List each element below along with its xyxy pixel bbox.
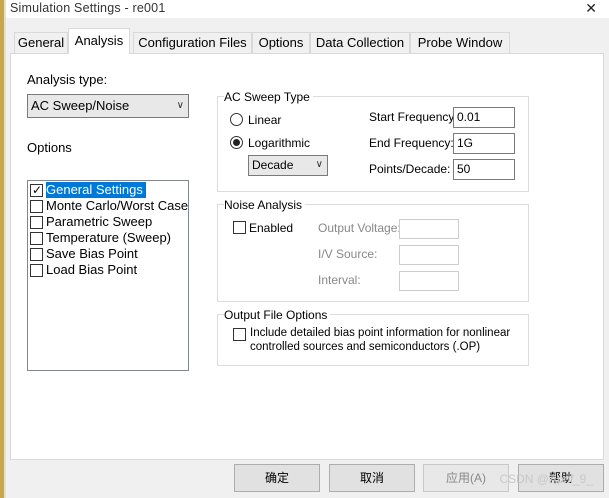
tab-general[interactable]: General [14, 32, 68, 53]
linear-label: Linear [248, 113, 282, 127]
tab-configuration-files[interactable]: Configuration Files [133, 32, 252, 53]
end-frequency-input[interactable]: 1G [453, 133, 515, 154]
list-item-label: Temperature (Sweep) [46, 230, 171, 245]
points-per-decade-label: Points/Decade: [369, 162, 451, 176]
logarithmic-radio[interactable] [230, 136, 243, 149]
tab-options[interactable]: Options [252, 32, 310, 53]
output-file-options-title: Output File Options [224, 308, 331, 322]
analysis-type-select[interactable]: AC Sweep/Noise ∨ [27, 94, 189, 118]
log-mode-value: Decade [252, 158, 294, 172]
logarithmic-label: Logarithmic [248, 136, 311, 150]
title-bar: Simulation Settings - re001 ✕ [6, 0, 609, 18]
iv-source-label: I/V Source: [318, 247, 378, 261]
include-bias-point-label-line1: Include detailed bias point information … [250, 327, 511, 339]
watermark-text: CSDN @April_9_ [499, 472, 593, 486]
list-item-monte-carlo[interactable]: Monte Carlo/Worst Case [28, 198, 189, 214]
cancel-button[interactable]: 取消 [329, 464, 415, 492]
dialog-body: General Analysis Configuration Files Opt… [6, 18, 609, 498]
analysis-type-value: AC Sweep/Noise [31, 98, 130, 113]
list-item-label: General Settings [46, 182, 146, 198]
window-title: Simulation Settings - re001 [10, 1, 166, 15]
include-bias-point-checkbox[interactable] [233, 328, 246, 341]
list-item-load-bias-point[interactable]: Load Bias Point [28, 262, 188, 278]
options-label: Options [27, 140, 72, 155]
interval-input [399, 271, 459, 291]
chevron-down-icon: ∨ [315, 159, 323, 170]
noise-enabled-checkbox[interactable] [233, 221, 246, 234]
list-item-save-bias-point[interactable]: Save Bias Point [28, 246, 188, 262]
list-item-label: Parametric Sweep [46, 214, 153, 229]
temperature-sweep-checkbox[interactable] [30, 232, 43, 245]
tab-analysis[interactable]: Analysis [68, 28, 130, 54]
ok-button[interactable]: 确定 [234, 464, 320, 492]
chevron-down-icon: ∨ [176, 100, 184, 111]
load-bias-point-checkbox[interactable] [30, 264, 43, 277]
radio-selected-dot [233, 139, 240, 146]
list-item-temperature-sweep[interactable]: Temperature (Sweep) [28, 230, 188, 246]
noise-enabled-label: Enabled [249, 221, 294, 235]
end-frequency-label: End Frequency: [369, 136, 454, 150]
close-icon[interactable]: ✕ [585, 0, 597, 17]
iv-source-input [399, 245, 459, 265]
list-item-parametric-sweep[interactable]: Parametric Sweep [28, 214, 188, 230]
options-list: ✓ General Settings Monte Carlo/Worst Cas… [27, 180, 189, 371]
simulation-settings-window: Simulation Settings - re001 ✕ General An… [0, 0, 609, 498]
parametric-sweep-checkbox[interactable] [30, 216, 43, 229]
noise-analysis-group-title: Noise Analysis [224, 198, 306, 212]
start-frequency-input[interactable]: 0.01 [453, 107, 515, 128]
points-per-decade-input[interactable]: 50 [453, 159, 515, 180]
list-item-label: Monte Carlo/Worst Case [46, 198, 189, 213]
general-settings-checkbox[interactable]: ✓ [30, 183, 43, 197]
output-voltage-input [399, 219, 459, 239]
analysis-type-label: Analysis type: [27, 72, 108, 87]
start-frequency-label: Start Frequency: [369, 110, 458, 124]
list-item-label: Load Bias Point [46, 262, 138, 277]
list-item-general-settings[interactable]: ✓ General Settings [28, 182, 188, 198]
log-mode-select[interactable]: Decade ∨ [248, 155, 328, 176]
tab-data-collection[interactable]: Data Collection [310, 32, 410, 53]
list-item-label: Save Bias Point [46, 246, 138, 261]
monte-carlo-checkbox[interactable] [30, 200, 43, 213]
tab-probe-window[interactable]: Probe Window [410, 32, 510, 53]
interval-label: Interval: [318, 273, 361, 287]
apply-button[interactable]: 应用(A) [423, 464, 509, 492]
ac-sweep-group-title: AC Sweep Type [224, 90, 313, 104]
linear-radio[interactable] [230, 113, 243, 126]
save-bias-point-checkbox[interactable] [30, 248, 43, 261]
include-bias-point-label-line2: controlled sources and semiconductors (.… [250, 341, 481, 353]
analysis-panel: Analysis type: AC Sweep/Noise ∨ Options … [10, 53, 604, 460]
check-icon: ✓ [32, 183, 43, 197]
output-voltage-label: Output Voltage: [318, 221, 401, 235]
